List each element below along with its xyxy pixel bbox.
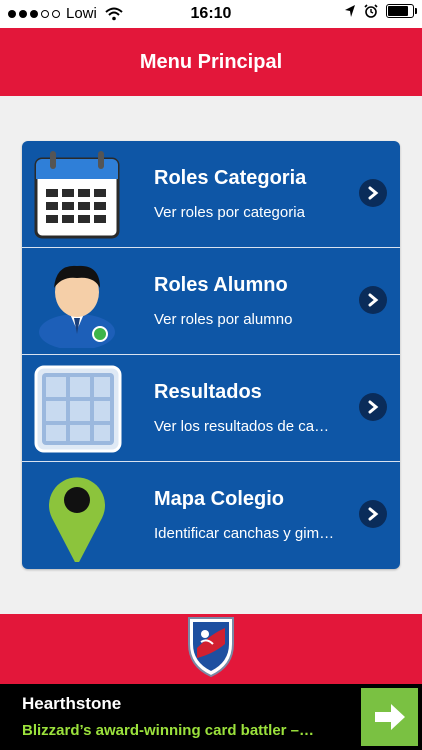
grid-icon bbox=[34, 365, 122, 453]
school-shield-logo bbox=[188, 617, 234, 678]
menu-item-mapa-colegio[interactable]: Mapa Colegio Identificar canchas y gim… bbox=[22, 462, 400, 569]
arrow-right-icon bbox=[374, 704, 405, 730]
main-menu: Roles Categoria Ver roles por categoria … bbox=[22, 141, 400, 569]
menu-item-roles-categoria[interactable]: Roles Categoria Ver roles por categoria bbox=[22, 141, 400, 248]
menu-item-resultados[interactable]: Resultados Ver los resultados de ca… bbox=[22, 355, 400, 462]
chevron-right-icon bbox=[359, 179, 387, 207]
menu-item-subtitle: Ver roles por alumno bbox=[154, 311, 293, 328]
app-header: Menu Principal bbox=[0, 28, 422, 96]
chevron-right-icon bbox=[359, 393, 387, 421]
ad-open-button[interactable] bbox=[361, 688, 418, 746]
app-footer bbox=[0, 614, 422, 684]
menu-item-title: Roles Categoria bbox=[154, 167, 307, 189]
menu-item-title: Resultados bbox=[154, 381, 262, 403]
status-bar: Lowi 16:10 bbox=[0, 0, 422, 28]
ad-banner[interactable]: Hearthstone Blizzard’s award-winning car… bbox=[0, 684, 422, 750]
page-title: Menu Principal bbox=[139, 50, 283, 73]
ad-title: Hearthstone bbox=[22, 694, 122, 713]
chevron-right-icon bbox=[359, 286, 387, 314]
alarm-clock-icon bbox=[364, 4, 378, 18]
status-right bbox=[344, 4, 417, 18]
menu-item-title: Roles Alumno bbox=[154, 274, 288, 296]
menu-item-roles-alumno[interactable]: Roles Alumno Ver roles por alumno bbox=[22, 248, 400, 355]
user-icon bbox=[39, 265, 115, 348]
ad-subtitle: Blizzard’s award-winning card battler –… bbox=[22, 722, 315, 739]
calendar-icon bbox=[34, 151, 120, 239]
menu-item-subtitle: Ver los resultados de ca… bbox=[154, 418, 330, 435]
menu-item-subtitle: Ver roles por categoria bbox=[154, 204, 305, 221]
location-arrow-icon bbox=[345, 5, 355, 17]
chevron-right-icon bbox=[359, 500, 387, 528]
menu-item-subtitle: Identificar canchas y gim… bbox=[154, 525, 335, 542]
menu-item-title: Mapa Colegio bbox=[154, 488, 285, 510]
map-pin-icon bbox=[49, 477, 105, 562]
battery-icon bbox=[386, 4, 417, 18]
